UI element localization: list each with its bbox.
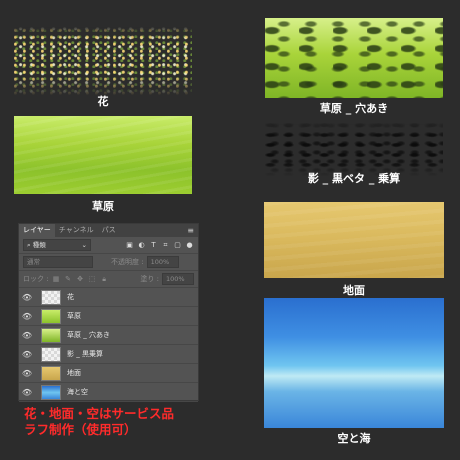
grass-hole-caption: 草原 _ 穴あき xyxy=(319,102,389,115)
flowers-caption: 花 xyxy=(97,95,109,108)
layer-row-grass[interactable]: 👁︎ 草原 xyxy=(19,307,198,326)
layer-thumbnail xyxy=(41,308,61,324)
fill-input[interactable]: 100% xyxy=(162,273,194,285)
tab-paths[interactable]: パス xyxy=(98,224,120,237)
layer-name: 地面 xyxy=(67,369,81,377)
filter-kind-label: 種類 xyxy=(32,241,46,249)
pixel-filter-icon[interactable]: ▣ xyxy=(125,241,134,250)
filter-toggle-icon[interactable]: ● xyxy=(185,241,194,250)
layer-name: 花 xyxy=(67,293,74,301)
sky-sea-texture-image xyxy=(264,298,444,428)
lock-move-icon[interactable]: ✥ xyxy=(76,275,85,284)
eye-icon[interactable]: 👁︎ xyxy=(19,369,35,378)
blend-row: 通常 不透明度 : 100% xyxy=(19,254,198,271)
opacity-label: 不透明度 : xyxy=(111,258,144,266)
opacity-input[interactable]: 100% xyxy=(146,256,179,268)
layer-row-sea-sky[interactable]: 👁︎ 海と空 xyxy=(19,383,198,402)
layer-name: 影 _ 黒乗算 xyxy=(67,350,103,358)
grass-hole-texture-image xyxy=(265,18,443,98)
layer-row-ground[interactable]: 👁︎ 地面 xyxy=(19,364,198,383)
fill-label: 塗り : xyxy=(140,275,159,283)
eye-icon[interactable]: 👁︎ xyxy=(19,312,35,321)
layer-name: 海と空 xyxy=(67,388,88,396)
layer-row-flowers[interactable]: 👁︎ 花 xyxy=(19,288,198,307)
eye-icon[interactable]: 👁︎ xyxy=(19,331,35,340)
panel-menu-icon[interactable]: ≡ xyxy=(187,226,198,235)
lock-all-icon[interactable]: 🔒︎ xyxy=(100,275,109,284)
sky-sea-caption: 空と海 xyxy=(337,432,371,445)
promo-text: 花・地面・空はサービス品 ラフ制作（使用可） xyxy=(24,406,174,438)
ground-caption: 地面 xyxy=(343,284,365,297)
shadow-texture-image xyxy=(265,120,443,176)
filter-row: ⌕ 種類 ⌄ ▣ ◐ T ⌗ ▢ ● xyxy=(19,237,198,254)
panel-tabs: レイヤー チャンネル パス ≡ xyxy=(19,224,198,237)
grass-caption: 草原 xyxy=(92,200,114,213)
layer-list: 👁︎ 花 👁︎ 草原 👁︎ 草原 _ 穴あき 👁︎ 影 _ 黒乗算 👁︎ 地面 … xyxy=(19,288,198,402)
layer-name: 草原 xyxy=(67,312,81,320)
layer-row-shadow[interactable]: 👁︎ 影 _ 黒乗算 xyxy=(19,345,198,364)
adjustment-filter-icon[interactable]: ◐ xyxy=(137,241,146,250)
flowers-texture-image xyxy=(14,26,192,96)
lock-label: ロック : xyxy=(23,275,49,283)
shape-filter-icon[interactable]: ⌗ xyxy=(161,241,170,250)
layer-name: 草原 _ 穴あき xyxy=(67,331,110,339)
layer-thumbnail xyxy=(41,346,61,362)
layer-row-grass-hole[interactable]: 👁︎ 草原 _ 穴あき xyxy=(19,326,198,345)
lock-row: ロック : ▦ ✎ ✥ ⬚ 🔒︎ 塗り : 100% xyxy=(19,271,198,288)
layer-thumbnail xyxy=(41,365,61,381)
ground-texture-image xyxy=(264,202,444,278)
lock-transparent-icon[interactable]: ▦ xyxy=(52,275,61,284)
eye-icon[interactable]: 👁︎ xyxy=(19,293,35,302)
promo-line-2: ラフ制作（使用可） xyxy=(24,422,137,437)
filter-kind-select[interactable]: ⌕ 種類 ⌄ xyxy=(23,239,91,251)
blend-mode-select[interactable]: 通常 xyxy=(23,256,93,268)
lock-brush-icon[interactable]: ✎ xyxy=(64,275,73,284)
tab-layers[interactable]: レイヤー xyxy=(19,224,55,237)
grass-texture-image xyxy=(14,116,192,194)
smart-object-filter-icon[interactable]: ▢ xyxy=(173,241,182,250)
lock-artboard-icon[interactable]: ⬚ xyxy=(88,275,97,284)
eye-icon[interactable]: 👁︎ xyxy=(19,350,35,359)
eye-icon[interactable]: 👁︎ xyxy=(19,388,35,397)
layer-thumbnail xyxy=(41,384,61,400)
shadow-caption: 影 _ 黒ベタ _ 乗算 xyxy=(307,172,401,185)
layer-thumbnail xyxy=(41,327,61,343)
tab-channels[interactable]: チャンネル xyxy=(55,224,98,237)
layer-thumbnail xyxy=(41,289,61,305)
promo-line-1: 花・地面・空はサービス品 xyxy=(24,406,175,421)
layers-panel: レイヤー チャンネル パス ≡ ⌕ 種類 ⌄ ▣ ◐ T ⌗ ▢ ● 通常 不透明… xyxy=(18,223,199,402)
type-filter-icon[interactable]: T xyxy=(149,241,158,250)
